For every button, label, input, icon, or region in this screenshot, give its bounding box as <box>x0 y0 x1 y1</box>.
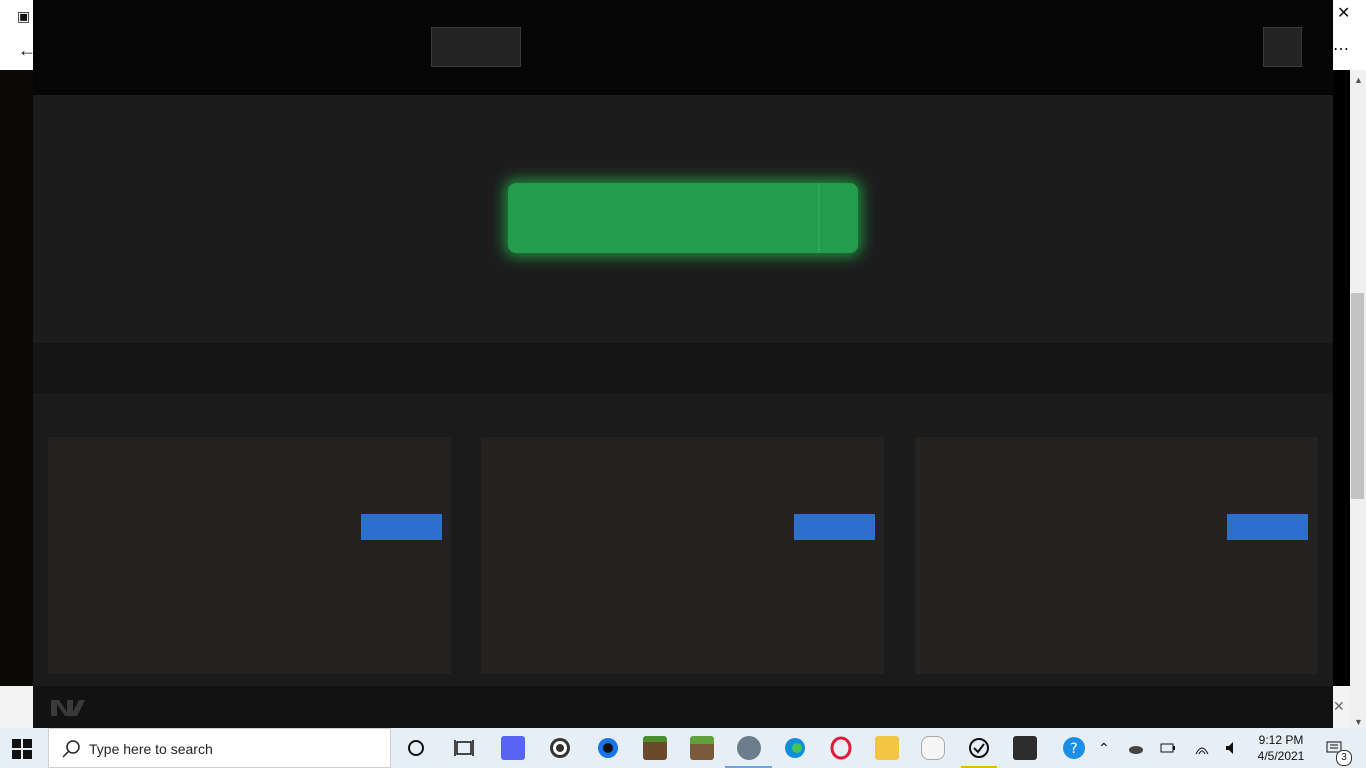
windows-taskbar: Type here to search ? ⌃ 9:12 PM 4/5/2021… <box>0 728 1366 768</box>
tray-chevron-up-icon[interactable]: ⌃ <box>1098 740 1110 756</box>
card-button[interactable] <box>361 514 442 540</box>
wifi-icon[interactable] <box>1194 740 1210 756</box>
section-divider-band <box>33 343 1333 393</box>
clock-time: 9:12 PM <box>1258 733 1304 747</box>
clock-date: 4/5/2021 <box>1257 749 1305 763</box>
site-header <box>33 0 1333 95</box>
volume-icon[interactable] <box>1224 740 1240 756</box>
card <box>481 437 884 674</box>
scroll-up-icon[interactable]: ▲ <box>1354 72 1363 88</box>
search-icon <box>62 740 80 758</box>
cortana-icon[interactable] <box>404 736 428 760</box>
site-logo-icon[interactable] <box>49 696 87 718</box>
tab-icon[interactable]: ▣ <box>17 8 30 24</box>
web-page <box>33 0 1333 728</box>
search-placeholder: Type here to search <box>89 741 213 757</box>
card-button[interactable] <box>1227 514 1308 540</box>
cards-section <box>33 393 1333 686</box>
card-button[interactable] <box>794 514 875 540</box>
minecraft-icon[interactable] <box>643 736 667 760</box>
dismiss-icon[interactable]: ✕ <box>1333 698 1345 714</box>
edge-icon[interactable] <box>783 736 807 760</box>
browser-toolbar-left: ▣ ← <box>0 0 36 70</box>
help-icon[interactable]: ? <box>1062 736 1086 760</box>
windows-start-icon[interactable] <box>12 739 32 759</box>
task-view-icon[interactable] <box>452 736 476 760</box>
site-footer <box>33 686 1333 728</box>
taskbar-search-box[interactable]: Type here to search <box>48 728 391 768</box>
browser-bottom-right: ✕ <box>1333 686 1350 728</box>
opera-icon[interactable] <box>829 736 853 760</box>
card <box>48 437 451 674</box>
discord-icon[interactable] <box>501 736 525 760</box>
app-mouse-icon[interactable] <box>921 736 945 760</box>
hero-section <box>33 95 1333 343</box>
card <box>915 437 1318 674</box>
close-icon[interactable]: ✕ <box>1337 6 1350 22</box>
file-explorer-icon[interactable] <box>875 736 899 760</box>
cta-divider <box>818 183 820 253</box>
browser-toolbar-right: ✕ ⋯ <box>1333 0 1366 70</box>
browser-left-edge <box>0 0 33 686</box>
more-options-icon[interactable]: ⋯ <box>1333 42 1349 58</box>
scrollbar-thumb[interactable] <box>1351 293 1364 499</box>
header-button[interactable] <box>431 27 521 67</box>
browser-bottom-left <box>0 686 33 728</box>
app-gray-icon[interactable] <box>737 736 761 760</box>
onedrive-icon[interactable] <box>1128 740 1144 756</box>
app-blue-circle-icon[interactable] <box>596 736 620 760</box>
svg-text:?: ? <box>1070 741 1077 757</box>
primary-cta-button[interactable] <box>508 183 858 253</box>
minecraft-alt-icon[interactable] <box>690 736 714 760</box>
app-check-icon[interactable] <box>967 736 991 760</box>
system-clock[interactable]: 9:12 PM 4/5/2021 <box>1256 732 1306 764</box>
notification-count-badge: 3 <box>1336 750 1352 766</box>
obs-icon[interactable] <box>548 736 572 760</box>
davinci-icon[interactable] <box>1013 736 1037 760</box>
header-menu-button[interactable] <box>1263 27 1302 67</box>
battery-icon[interactable] <box>1160 740 1176 756</box>
